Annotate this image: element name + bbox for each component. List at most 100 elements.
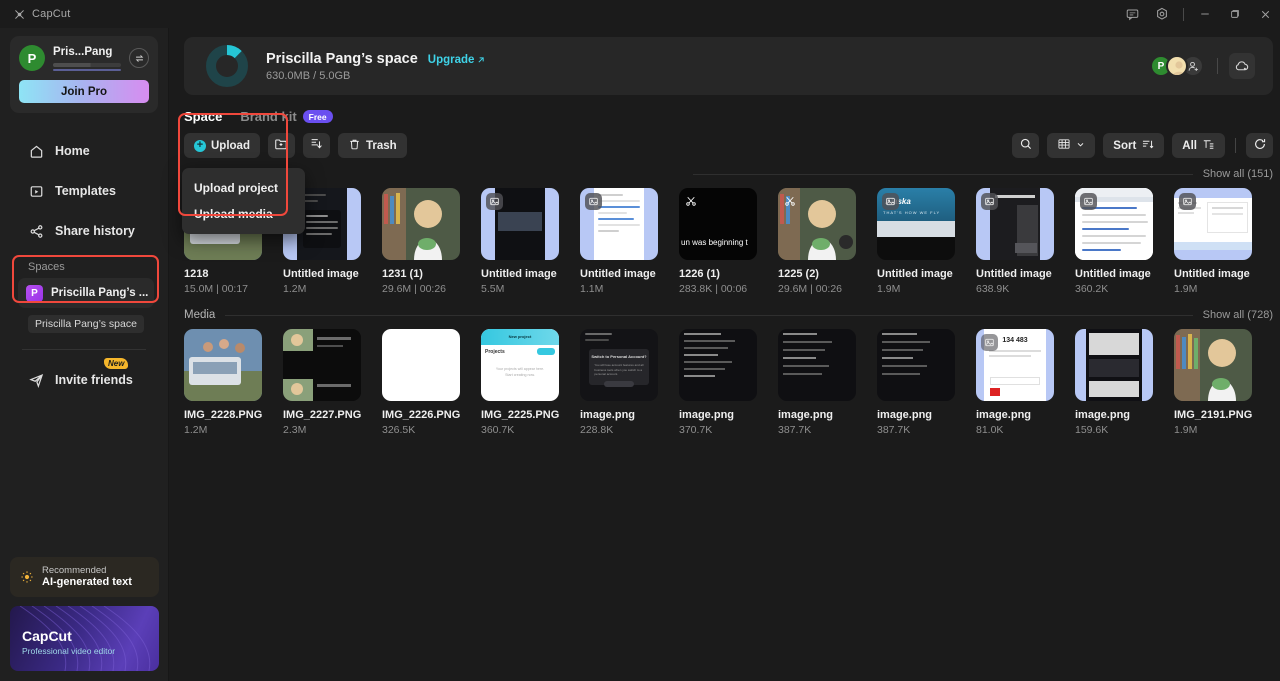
item-name: image.png	[976, 409, 1032, 421]
list-item[interactable]: Untitled image 5.5M	[481, 188, 580, 295]
new-folder-button[interactable]	[267, 133, 295, 158]
list-item[interactable]: Untitled image 638.9K	[976, 188, 1075, 295]
toolbar: + Upload Trash Sort All	[169, 124, 1280, 158]
list-item[interactable]: Alaska THAT'S HOW WE FLY Untitled image …	[877, 188, 976, 295]
new-badge: New	[104, 358, 129, 369]
thumbnail	[1075, 329, 1153, 401]
refresh-button[interactable]	[1246, 133, 1273, 158]
thumbnail	[877, 329, 955, 401]
sidebar-item-home[interactable]: Home	[0, 131, 168, 171]
section-header: Show all (151)	[184, 168, 1273, 180]
thumb-dialog-title: Switch to Personal Account?	[591, 354, 647, 360]
sidebar-item-label: Invite friends	[55, 373, 133, 387]
sidebar-item-space[interactable]: P Priscilla Pang’s ...	[18, 278, 154, 308]
feedback-icon[interactable]	[1117, 0, 1147, 28]
show-all-link[interactable]: Show all (151)	[1203, 168, 1273, 180]
switch-account-icon[interactable]	[129, 48, 149, 68]
arrow-up-right-icon	[478, 56, 485, 63]
close-button[interactable]	[1250, 0, 1280, 28]
download-button[interactable]	[302, 133, 330, 158]
cloud-icon[interactable]	[1229, 53, 1255, 79]
space-header: Priscilla Pang’s space Upgrade 630.0MB /…	[184, 37, 1273, 95]
window-controls	[1117, 0, 1280, 28]
tab-label: Brand kit	[240, 109, 297, 124]
sidebar-item-invite-friends[interactable]: Invite friends New	[0, 358, 168, 400]
media-grid: IMG_2228.PNG 1.2M IMG_2227.PNG 2.3M IMG_…	[184, 329, 1273, 436]
menu-item-upload-project[interactable]: Upload project	[182, 175, 305, 201]
user-card[interactable]: P Pris...Pang Join Pro	[10, 36, 158, 113]
main-content: Priscilla Pang’s space Upgrade 630.0MB /…	[169, 0, 1280, 681]
upload-dropdown-menu: Upload project Upload media	[182, 168, 305, 234]
scissors-icon	[784, 194, 796, 212]
list-item[interactable]: image.png 370.7K	[679, 329, 778, 436]
list-item[interactable]: Switch to Personal Account? You will los…	[580, 329, 679, 436]
filter-icon	[1202, 138, 1215, 154]
minimize-button[interactable]	[1190, 0, 1220, 28]
menu-item-upload-media[interactable]: Upload media	[182, 201, 305, 227]
thumb-art	[683, 333, 753, 388]
image-badge-icon	[1179, 193, 1196, 210]
item-meta: 283.8K | 00:06	[679, 283, 748, 295]
upgrade-label: Upgrade	[427, 53, 475, 66]
filter-button[interactable]: All	[1172, 133, 1225, 158]
upload-button[interactable]: + Upload	[184, 133, 260, 158]
list-item[interactable]: image.png 387.7K	[877, 329, 976, 436]
avatar: P	[19, 45, 45, 71]
scissors-icon	[685, 194, 697, 212]
list-item[interactable]: Untitled image 1.9M	[1174, 188, 1273, 295]
maximize-button[interactable]	[1220, 0, 1250, 28]
list-item[interactable]: IMG_2228.PNG 1.2M	[184, 329, 283, 436]
capcut-promo-card[interactable]: CapCut Professional video editor	[10, 606, 159, 671]
divider	[1217, 58, 1218, 74]
filter-label: All	[1182, 139, 1197, 152]
item-name: image.png	[679, 409, 735, 421]
trash-button[interactable]: Trash	[337, 133, 407, 158]
tab-label: Space	[184, 109, 223, 124]
member-avatars[interactable]: P	[1150, 55, 1204, 77]
list-item[interactable]: Untitled image 1.1M	[580, 188, 679, 295]
sort-button[interactable]: Sort	[1103, 133, 1165, 158]
upgrade-link[interactable]: Upgrade	[428, 54, 487, 66]
thumb-art	[782, 333, 852, 395]
list-item[interactable]: image.png 387.7K	[778, 329, 877, 436]
recommended-card[interactable]: Recommended AI-generated text	[10, 557, 159, 597]
list-item[interactable]: IMG_2227.PNG 2.3M	[283, 329, 382, 436]
list-item[interactable]: un was beginning t 1226 (1) 283.8K | 00:…	[679, 188, 778, 295]
item-name: 1218	[184, 268, 209, 280]
recommended-kicker: Recommended	[42, 565, 107, 576]
list-item[interactable]: IMG_2191.PNG 1.9M	[1174, 329, 1273, 436]
join-pro-button[interactable]: Join Pro	[19, 80, 149, 103]
thumbnail: New project Projects Your projects will …	[481, 329, 559, 401]
list-item[interactable]: Untitled image 360.2K	[1075, 188, 1174, 295]
item-meta: 1.9M	[877, 283, 901, 295]
image-badge-icon	[585, 193, 602, 210]
search-button[interactable]	[1012, 133, 1040, 158]
space-header-actions: P	[1150, 53, 1255, 79]
spaces-label: Spaces	[28, 261, 65, 273]
sidebar-item-share-history[interactable]: Share history	[0, 211, 168, 251]
tab-brand-kit[interactable]: Brand kit Free	[240, 109, 333, 124]
tab-space[interactable]: Space	[184, 109, 222, 124]
item-name: image.png	[778, 409, 834, 421]
item-name: Untitled image	[580, 268, 656, 280]
sidebar-item-templates[interactable]: Templates	[0, 171, 168, 211]
divider	[1183, 7, 1184, 21]
list-item[interactable]: 1231 (1) 29.6M | 00:26	[382, 188, 481, 295]
sidebar-nav: Home Templates Share history	[0, 131, 168, 251]
avatar	[1166, 55, 1188, 77]
list-item[interactable]: image.png 159.6K	[1075, 329, 1174, 436]
list-item[interactable]: 1225 (2) 29.6M | 00:26	[778, 188, 877, 295]
list-item[interactable]: 134 483 image.png 81.0K	[976, 329, 1075, 436]
thumb-empty-text: Your projects will appear here. Start cre…	[495, 367, 545, 378]
thumbnail	[580, 188, 658, 260]
space-item-label: Priscilla Pang’s ...	[51, 287, 149, 299]
show-all-link[interactable]: Show all (728)	[1203, 309, 1273, 321]
gear-icon[interactable]	[1147, 0, 1177, 28]
view-mode-button[interactable]	[1047, 133, 1096, 158]
sidebar-bottom: Recommended AI-generated text CapCut Pro…	[0, 557, 169, 671]
list-item[interactable]: New project Projects Your projects will …	[481, 329, 580, 436]
thumbnail	[778, 188, 856, 260]
thumbnail: un was beginning t	[679, 188, 757, 260]
thumb-art	[881, 333, 951, 395]
list-item[interactable]: IMG_2226.PNG 326.5K	[382, 329, 481, 436]
